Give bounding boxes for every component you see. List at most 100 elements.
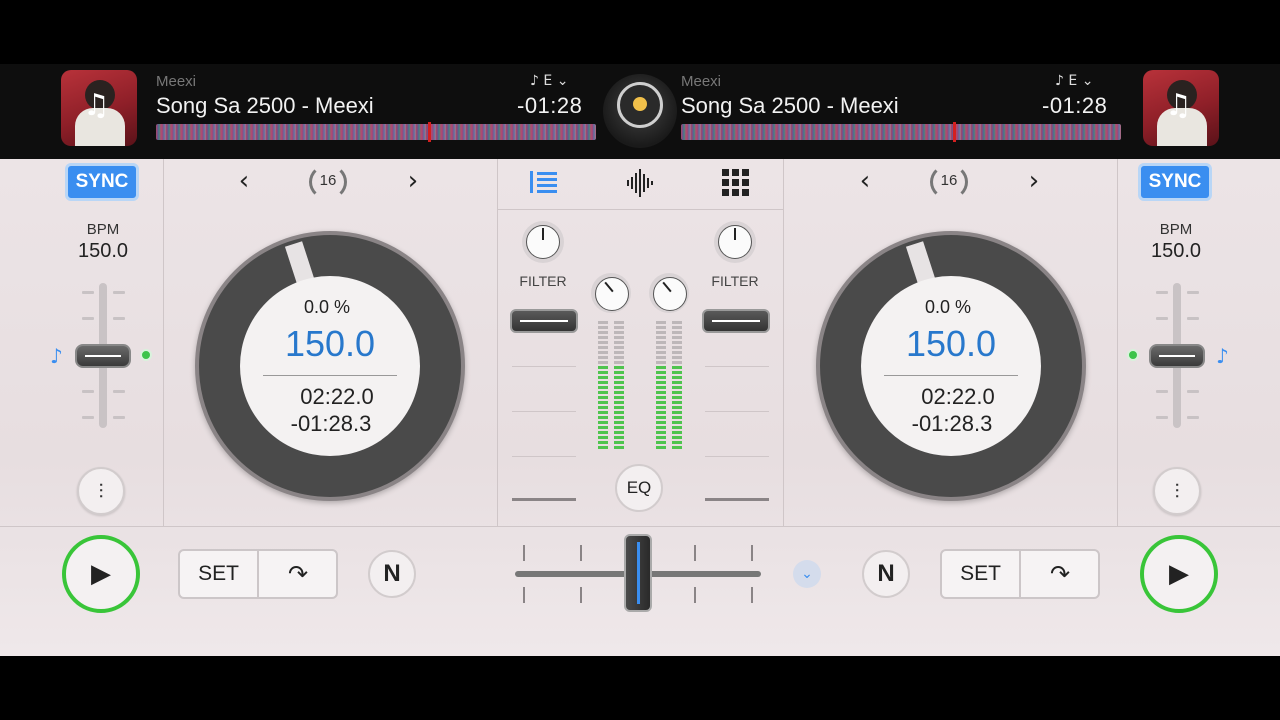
meter-segment [656,341,666,344]
vu-meter-deck-b-right [672,321,682,451]
meter-segment [598,426,608,429]
neural-mix-button-deck-a[interactable]: N [368,550,416,598]
album-art-deck-a[interactable]: ♫ [61,70,137,146]
gain-knob-deck-a[interactable] [591,273,631,313]
meter-segment [614,441,624,444]
sync-status-icon [1127,349,1139,361]
meter-segment [598,431,608,434]
master-ring [617,82,663,128]
meter-segment [614,386,624,389]
meter-segment [598,341,608,344]
divider [1117,159,1118,526]
key-value: E [543,73,553,89]
play-icon: ▶ [91,559,111,589]
meter-segment [656,391,666,394]
set-cue-button-deck-b[interactable]: SET [942,551,1021,597]
divider [497,159,498,526]
meter-segment [614,326,624,329]
pitch-tick [113,390,125,393]
music-note-icon: ♫ [83,88,110,123]
divider [163,159,164,526]
loop-next-button-deck-a[interactable]: › [398,166,428,196]
chevron-down-icon[interactable]: ⌄ [793,560,821,588]
meter-segment [672,326,682,329]
knob-cap [653,277,687,311]
volume-fader-deck-a[interactable] [510,309,578,333]
platter-deck-a[interactable] [195,231,465,501]
list-icon[interactable] [528,167,560,199]
loop-button-deck-a[interactable]: 16 [305,162,353,202]
pitch-slider-handle-deck-a[interactable] [75,344,131,368]
gain-knob-deck-b[interactable] [649,273,689,313]
meter-segment [672,441,682,444]
meter-segment [656,431,666,434]
loop-prev-button-deck-b[interactable]: ‹ [850,166,880,196]
key-indicator-deck-a[interactable]: ♪ E ⌄ [530,73,568,89]
cue-jump-button-deck-b[interactable]: ↷ [1022,551,1098,597]
pitch-slider-handle-deck-b[interactable] [1149,344,1205,368]
meter-segment [598,351,608,354]
meter-segment [598,446,608,449]
eq-button[interactable]: EQ [615,464,663,512]
loop-prev-button-deck-a[interactable]: ‹ [229,166,259,196]
master-menu-button[interactable] [603,74,677,148]
play-button-deck-b[interactable]: ▶ [1140,535,1218,613]
neural-mix-button-deck-b[interactable]: N [862,550,910,598]
meter-segment [672,401,682,404]
meter-segment [614,336,624,339]
bpm-value-deck-b: 150.0 [1150,240,1202,262]
meter-segment [672,421,682,424]
key-indicator-deck-b[interactable]: ♪ E ⌄ [1055,73,1093,89]
playhead-marker [953,122,956,142]
meter-segment [598,376,608,379]
grid-icon[interactable] [720,167,752,199]
meter-segment [614,401,624,404]
knob-cap [718,225,752,259]
cue-group-deck-b: SET ↷ [940,549,1100,599]
fader-guide [512,366,576,367]
knob-indicator [542,228,544,240]
pitch-tick [82,390,94,393]
meter-segment [614,411,624,414]
filter-knob-deck-a[interactable] [522,221,564,263]
eq-settings-button-deck-b[interactable]: ⫶ [1153,467,1201,515]
artist-name-deck-a: Meexi [156,73,197,90]
sync-button-deck-a[interactable]: SYNC [65,163,139,201]
meter-segment [656,386,666,389]
waveform-overview-deck-a[interactable] [156,122,596,142]
meter-segment [598,371,608,374]
meter-segment [598,386,608,389]
meter-segment [614,351,624,354]
meter-segment [656,361,666,364]
set-cue-button-deck-a[interactable]: SET [180,551,259,597]
platter-bpm-deck-b: 150.0 [905,323,997,364]
pitch-tick [113,291,125,294]
filter-knob-deck-b[interactable] [714,221,756,263]
waveform-icon[interactable] [624,167,656,199]
meter-segment [598,401,608,404]
divider [263,375,397,376]
meter-segment [656,416,666,419]
play-button-deck-a[interactable]: ▶ [62,535,140,613]
meter-segment [598,436,608,439]
loop-button-deck-b[interactable]: 16 [926,162,974,202]
crossfader-handle[interactable] [624,534,652,612]
key-lock-icon[interactable]: ♪ [50,344,63,368]
cue-jump-button-deck-a[interactable]: ↷ [260,551,336,597]
loop-next-button-deck-b[interactable]: › [1019,166,1049,196]
meter-segment [656,356,666,359]
waveform-overview-deck-b[interactable] [681,122,1121,142]
meter-segment [672,446,682,449]
key-lock-icon[interactable]: ♪ [1216,344,1229,368]
platter-deck-b[interactable] [816,231,1086,501]
meter-segment [614,361,624,364]
meter-segment [656,346,666,349]
album-art-deck-b[interactable]: ♫ [1143,70,1219,146]
divider [783,159,784,526]
volume-fader-deck-b[interactable] [702,309,770,333]
sync-button-deck-b[interactable]: SYNC [1138,163,1212,201]
meter-segment [656,421,666,424]
meter-segment [656,441,666,444]
eq-settings-button-deck-a[interactable]: ⫶ [77,467,125,515]
meter-segment [598,441,608,444]
